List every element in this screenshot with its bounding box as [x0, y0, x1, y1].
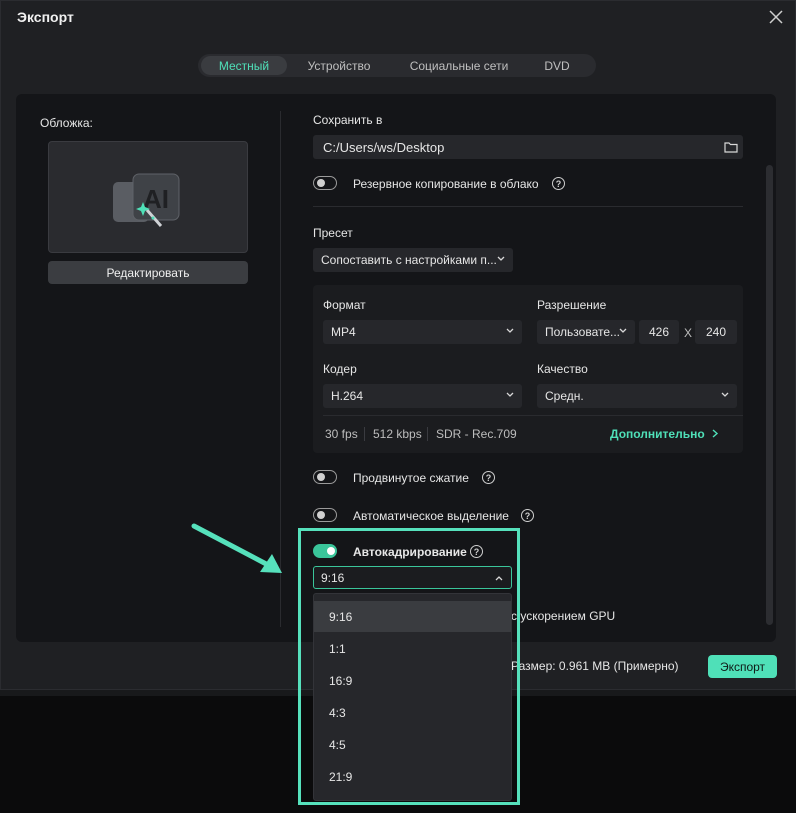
advanced-compression-label: Продвинутое сжатие	[353, 471, 469, 485]
ai-image-icon: AI	[113, 173, 180, 227]
chevron-down-icon	[506, 392, 514, 397]
save-to-label: Сохранить в	[313, 113, 383, 127]
quality-value: Средн.	[545, 389, 584, 403]
format-label: Формат	[323, 298, 366, 312]
edit-cover-button[interactable]: Редактировать	[48, 261, 248, 284]
preset-value: Сопоставить с настройками п...	[321, 253, 497, 267]
bitrate-stat: 512 kbps	[373, 427, 422, 441]
chevron-down-icon	[619, 328, 627, 333]
close-icon[interactable]	[768, 9, 784, 25]
save-path-field[interactable]: C:/Users/ws/Desktop	[313, 135, 743, 159]
resolution-width-field[interactable]: 426	[639, 320, 679, 344]
cover-thumbnail[interactable]: AI	[48, 141, 248, 253]
color-stat: SDR - Rec.709	[436, 427, 517, 441]
format-value: MP4	[331, 325, 356, 339]
chevron-down-icon	[506, 328, 514, 333]
chevron-down-icon	[497, 256, 505, 261]
quality-select[interactable]: Средн.	[537, 384, 737, 408]
encoder-label: Кодер	[323, 362, 357, 376]
cover-label: Обложка:	[40, 116, 93, 130]
tab-device[interactable]: Устройство	[287, 56, 391, 75]
help-icon[interactable]: ?	[521, 509, 534, 522]
export-tabs: Местный Устройство Социальные сети DVD	[198, 54, 596, 77]
help-icon[interactable]: ?	[482, 471, 495, 484]
more-settings-label: Дополнительно	[610, 427, 705, 441]
export-button[interactable]: Экспорт	[708, 655, 777, 678]
resolution-label: Разрешение	[537, 298, 607, 312]
more-settings-link[interactable]: Дополнительно	[610, 427, 719, 441]
annotation-arrow-icon	[191, 523, 282, 573]
resolution-x: X	[684, 326, 693, 340]
stats-divider	[323, 415, 743, 416]
fps-stat: 30 fps	[325, 427, 358, 441]
encoder-select[interactable]: H.264	[323, 384, 522, 408]
tab-dvd[interactable]: DVD	[527, 56, 587, 75]
gpu-label: с ускорением GPU	[511, 609, 616, 623]
tab-social[interactable]: Социальные сети	[391, 56, 527, 75]
cloud-backup-label: Резервное копирование в облако	[353, 177, 539, 191]
stat-separator	[364, 427, 365, 441]
encoder-value: H.264	[331, 389, 364, 403]
stat-separator	[427, 427, 428, 441]
help-icon[interactable]: ?	[552, 177, 565, 190]
chevron-down-icon	[721, 392, 729, 397]
preset-select[interactable]: Сопоставить с настройками п...	[313, 248, 513, 272]
estimated-size: Размер: 0.961 MB (Примерно)	[511, 659, 679, 673]
advanced-compression-toggle[interactable]	[313, 470, 337, 484]
format-select[interactable]: MP4	[323, 320, 522, 344]
preset-label: Пресет	[313, 226, 353, 240]
resolution-height-field[interactable]: 240	[695, 320, 737, 344]
cloud-backup-toggle[interactable]	[313, 176, 337, 190]
chevron-right-icon	[712, 429, 719, 438]
folder-icon[interactable]	[724, 141, 738, 153]
annotation-highlight-box	[298, 528, 520, 805]
auto-highlight-toggle[interactable]	[313, 508, 337, 522]
resolution-value: Пользовате...	[545, 325, 621, 339]
section-divider	[313, 206, 743, 207]
quality-label: Качество	[537, 362, 588, 376]
dialog-title: Экспорт	[17, 9, 74, 25]
scrollbar[interactable]	[766, 165, 773, 625]
resolution-select[interactable]: Пользовате...	[537, 320, 635, 344]
tab-local[interactable]: Местный	[201, 56, 287, 75]
auto-highlight-label: Автоматическое выделение	[353, 509, 509, 523]
